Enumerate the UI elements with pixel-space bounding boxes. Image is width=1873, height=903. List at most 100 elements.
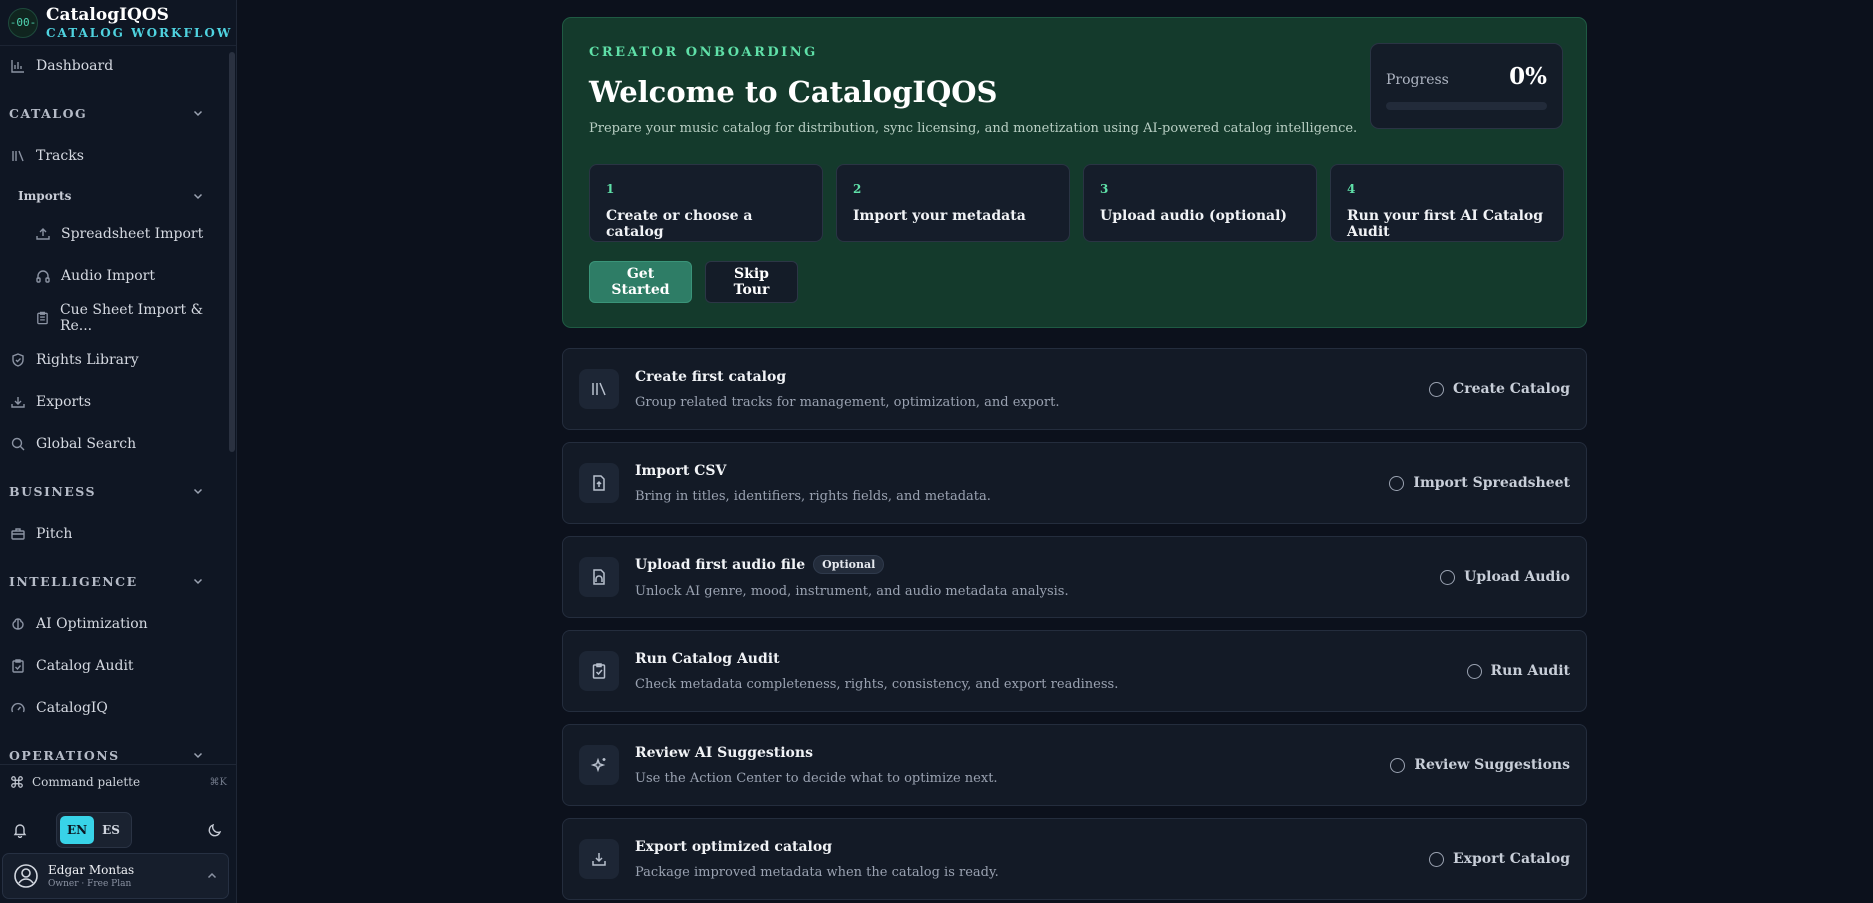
sidebar-scrollbar[interactable] bbox=[229, 52, 235, 452]
moon-icon[interactable] bbox=[207, 822, 223, 838]
download-icon bbox=[11, 397, 25, 408]
skip-tour-button[interactable]: Skip Tour bbox=[705, 261, 798, 303]
task-title: Upload first audio file Optional bbox=[635, 555, 1440, 574]
step-card: 3 Upload audio (optional) bbox=[1083, 164, 1317, 242]
task-review-suggestions[interactable]: Review AI Suggestions Use the Action Cen… bbox=[562, 724, 1587, 806]
sidebar-item-label: Imports bbox=[18, 189, 72, 203]
gauge-icon bbox=[11, 702, 25, 713]
chevron-up-icon bbox=[207, 872, 217, 879]
section-business[interactable]: BUSINESS bbox=[0, 476, 228, 506]
get-started-button[interactable]: Get Started bbox=[589, 261, 692, 303]
sidebar-item-label: Tracks bbox=[36, 148, 84, 164]
section-label: OPERATIONS bbox=[9, 747, 120, 763]
brand[interactable]: -00- CatalogIQOS CATALOG WORKFLOW bbox=[0, 0, 236, 46]
task-description: Package improved metadata when the catal… bbox=[635, 864, 999, 880]
clipboard-check-icon bbox=[12, 659, 24, 673]
step-number: 2 bbox=[853, 182, 862, 196]
lang-en-button[interactable]: EN bbox=[60, 816, 94, 844]
user-menu[interactable]: Edgar Montas Owner · Free Plan bbox=[2, 853, 229, 899]
sidebar-item-rights-library[interactable]: Rights Library bbox=[0, 342, 228, 378]
task-title-text: Create first catalog bbox=[635, 368, 787, 385]
sidebar-item-spreadsheet-import[interactable]: Spreadsheet Import bbox=[0, 216, 228, 252]
sidebar-item-exports[interactable]: Exports bbox=[0, 384, 228, 420]
task-run-audit[interactable]: Run Catalog Audit Check metadata complet… bbox=[562, 630, 1587, 712]
status-circle-icon bbox=[1428, 851, 1444, 867]
command-palette-button[interactable]: Command palette ⌘K bbox=[10, 775, 227, 789]
sidebar-item-tracks[interactable]: Tracks bbox=[0, 138, 228, 174]
task-upload-audio[interactable]: Upload first audio file Optional Unlock … bbox=[562, 536, 1587, 618]
section-operations[interactable]: OPERATIONS bbox=[0, 740, 228, 764]
sidebar-item-catalog-audit[interactable]: Catalog Audit bbox=[0, 648, 228, 684]
progress-value: 0% bbox=[1509, 63, 1547, 90]
command-shortcut: ⌘K bbox=[209, 776, 227, 788]
sidebar-item-audio-import[interactable]: Audio Import bbox=[0, 258, 228, 294]
chevron-down-icon bbox=[193, 193, 203, 200]
clipboard-check-icon bbox=[592, 663, 606, 679]
task-icon-box bbox=[579, 557, 619, 597]
task-icon-box bbox=[579, 745, 619, 785]
utility-row: EN ES bbox=[0, 810, 237, 850]
bar-chart-icon bbox=[11, 60, 24, 73]
sidebar-item-pitch[interactable]: Pitch bbox=[0, 516, 228, 552]
brand-logo: -00- bbox=[8, 7, 38, 38]
language-toggle: EN ES bbox=[56, 812, 132, 848]
onboarding-steps: 1 Create or choose a catalog 2 Import yo… bbox=[589, 164, 1564, 242]
sidebar-item-label: Audio Import bbox=[61, 268, 155, 284]
sidebar-item-ai-optimization[interactable]: AI Optimization bbox=[0, 606, 228, 642]
sidebar-item-label: Global Search bbox=[36, 436, 137, 452]
section-label: CATALOG bbox=[9, 105, 88, 121]
task-export-catalog[interactable]: Export optimized catalog Package improve… bbox=[562, 818, 1587, 900]
hero-title: Welcome to CatalogIQOS bbox=[589, 75, 998, 109]
step-number: 3 bbox=[1100, 182, 1109, 196]
sidebar-item-label: Pitch bbox=[36, 526, 73, 542]
sidebar-item-global-search[interactable]: Global Search bbox=[0, 426, 228, 462]
section-catalog[interactable]: CATALOG bbox=[0, 98, 228, 128]
step-card: 1 Create or choose a catalog bbox=[589, 164, 823, 242]
task-create-catalog[interactable]: Create first catalog Group related track… bbox=[562, 348, 1587, 430]
library-icon bbox=[592, 382, 606, 396]
sidebar-item-label: Dashboard bbox=[36, 58, 114, 74]
search-icon bbox=[11, 437, 25, 451]
user-avatar-icon bbox=[14, 864, 38, 888]
task-title-text: Upload first audio file bbox=[635, 556, 806, 573]
task-import-csv[interactable]: Import CSV Bring in titles, identifiers,… bbox=[562, 442, 1587, 524]
import-spreadsheet-button[interactable]: Import Spreadsheet bbox=[1389, 475, 1570, 491]
status-circle-icon bbox=[1389, 475, 1405, 491]
command-icon bbox=[11, 776, 23, 788]
chevron-down-icon bbox=[193, 110, 203, 117]
brain-icon bbox=[12, 618, 24, 630]
sidebar-item-dashboard[interactable]: Dashboard bbox=[0, 48, 228, 84]
task-icon-box bbox=[579, 369, 619, 409]
review-suggestions-button[interactable]: Review Suggestions bbox=[1390, 757, 1570, 773]
run-audit-button[interactable]: Run Audit bbox=[1466, 663, 1570, 679]
step-title: Create or choose a catalog bbox=[606, 208, 753, 240]
download-icon bbox=[592, 853, 606, 866]
status-circle-icon bbox=[1429, 381, 1445, 397]
task-title: Create first catalog bbox=[635, 369, 1429, 385]
status-circle-icon bbox=[1390, 757, 1406, 773]
sidebar-group-imports[interactable]: Imports bbox=[0, 178, 228, 214]
bell-icon[interactable] bbox=[12, 822, 28, 838]
step-title: Run your first AI Catalog Audit bbox=[1347, 208, 1544, 240]
library-icon bbox=[12, 150, 24, 162]
section-intelligence[interactable]: INTELLIGENCE bbox=[0, 566, 228, 596]
progress-label: Progress bbox=[1386, 72, 1449, 88]
task-action-label: Export Catalog bbox=[1452, 851, 1570, 867]
task-description: Check metadata completeness, rights, con… bbox=[635, 676, 1119, 692]
sidebar-item-label: Cue Sheet Import & Re... bbox=[59, 302, 204, 334]
lang-es-button[interactable]: ES bbox=[94, 816, 128, 844]
upload-audio-button[interactable]: Upload Audio bbox=[1440, 569, 1570, 585]
sparkles-icon bbox=[590, 757, 606, 773]
task-icon-box bbox=[579, 463, 619, 503]
status-circle-icon bbox=[1440, 569, 1456, 585]
task-description: Group related tracks for management, opt… bbox=[635, 394, 1060, 410]
sidebar-item-label: Catalog Audit bbox=[36, 658, 134, 674]
upload-icon bbox=[36, 228, 50, 240]
task-icon-box bbox=[579, 839, 619, 879]
export-catalog-button[interactable]: Export Catalog bbox=[1428, 851, 1570, 867]
create-catalog-button[interactable]: Create Catalog bbox=[1429, 381, 1570, 397]
clipboard-icon bbox=[37, 311, 48, 325]
task-description: Bring in titles, identifiers, rights fie… bbox=[635, 488, 991, 504]
sidebar-item-cue-sheet-import[interactable]: Cue Sheet Import & Re... bbox=[0, 300, 228, 336]
sidebar-item-catalogiq[interactable]: CatalogIQ bbox=[0, 690, 228, 726]
